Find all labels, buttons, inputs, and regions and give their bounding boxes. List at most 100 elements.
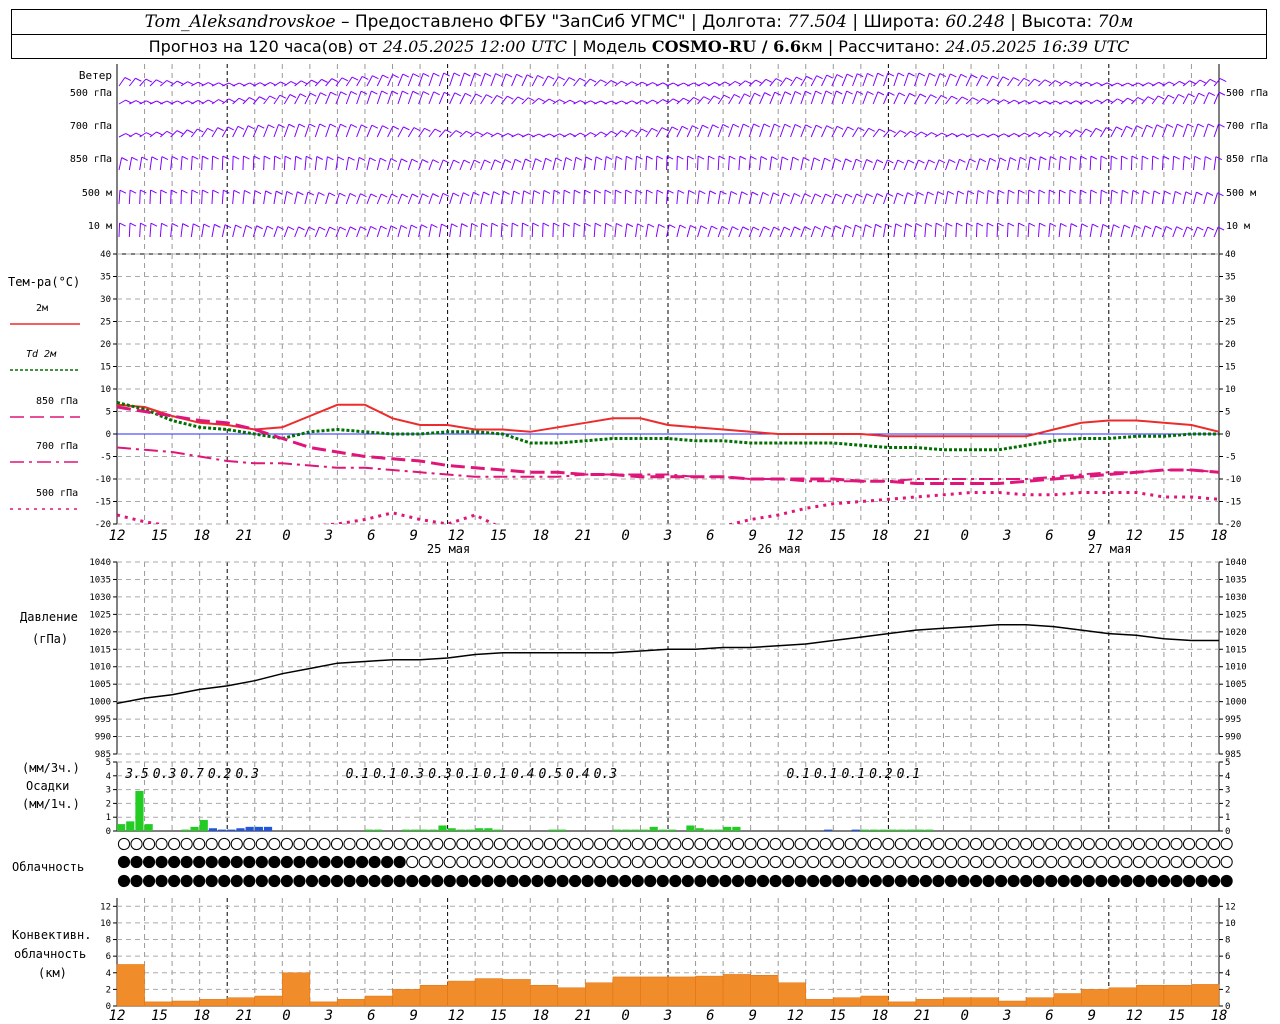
wind-barb — [986, 133, 994, 138]
wind-barb-flag — [402, 73, 410, 78]
wind-barb — [180, 100, 188, 105]
wind-barb-flag — [465, 92, 472, 97]
cloud-circle — [531, 837, 544, 851]
wind-barb-flag — [380, 225, 388, 230]
wind-barb — [356, 226, 361, 238]
temp-tick-label: 40 — [100, 250, 111, 260]
cloud-circle — [882, 855, 895, 869]
wind-barb-flag — [856, 90, 864, 95]
wind-barb — [934, 223, 937, 238]
wind-barb-flag — [951, 95, 958, 100]
wind-barb-flag — [824, 157, 831, 162]
wind-barb-flag — [927, 191, 934, 196]
wind-barb-flag — [846, 90, 853, 95]
cloud-circle — [230, 874, 243, 888]
wind-barb-flag — [763, 226, 770, 231]
cloud-circle — [293, 874, 306, 888]
wind-barb — [542, 158, 547, 171]
wind-barb-flag — [605, 222, 612, 227]
wind-barb — [438, 129, 446, 138]
wind-barb — [469, 72, 476, 87]
wind-barb-flag — [1207, 226, 1214, 231]
wind-barb-flag — [131, 156, 138, 161]
cloud-circle — [1057, 837, 1070, 851]
wind-barb-flag — [390, 158, 398, 162]
time-day-label: 27 мая — [1088, 542, 1131, 556]
cloud-circle — [1057, 855, 1070, 869]
wind-barb-flag — [621, 80, 628, 85]
wind-barb-flag — [604, 189, 612, 194]
wind-barb — [728, 191, 732, 205]
cloud-circle — [694, 874, 707, 888]
conv-bar — [1191, 984, 1220, 1007]
wind-barb — [614, 100, 622, 105]
conv-bar — [943, 997, 972, 1007]
wind-level-label-right: 700 гПа — [1226, 121, 1268, 132]
cloud-circle — [1095, 855, 1108, 869]
wind-barb-flag — [1013, 77, 1020, 82]
cloud-circle — [644, 837, 657, 851]
wind-barb — [769, 226, 775, 238]
wind-barb-flag — [424, 127, 431, 132]
wind-barb-flag — [1030, 156, 1037, 161]
wind-barb — [407, 224, 412, 238]
wind-barb — [469, 159, 475, 171]
cloud-circle — [493, 874, 506, 888]
wind-barb-flag — [543, 189, 551, 194]
precip-bar — [208, 828, 218, 831]
wind-barb — [883, 224, 887, 238]
wind-barb-flag — [1049, 222, 1057, 227]
wind-barb-flag — [847, 126, 854, 131]
cloud-circle — [406, 837, 419, 851]
cloud-circle — [343, 874, 356, 888]
cloud-circle — [1157, 855, 1171, 869]
wind-barb-flag — [579, 77, 586, 82]
wind-barb — [242, 190, 245, 205]
wind-barb — [1172, 191, 1176, 205]
wind-barb-flag — [977, 190, 985, 195]
wind-title: Ветер — [79, 69, 112, 82]
wind-barb-flag — [1111, 189, 1119, 194]
wind-barb-flag — [1100, 155, 1108, 160]
wind-barb-flag — [463, 192, 470, 197]
wind-barb-flag — [222, 155, 230, 160]
prec-tick-label: 0 — [106, 827, 111, 837]
wind-barb — [1192, 192, 1197, 205]
wind-barb-flag — [403, 126, 410, 131]
wind-barb-flag — [558, 76, 565, 81]
precip-total-label: 0.1 — [373, 767, 396, 782]
wind-barb — [201, 224, 205, 238]
wind-barb — [841, 73, 848, 87]
wind-barb-flag — [453, 72, 461, 77]
wind-barb — [459, 93, 466, 105]
wind-barb-flag — [982, 97, 990, 102]
wind-barb — [852, 193, 857, 205]
temp-tick-label: 35 — [100, 273, 111, 283]
wind-barb — [221, 156, 224, 171]
wind-barb-flag — [266, 225, 274, 230]
wind-barb — [955, 190, 959, 205]
wind-barb — [1182, 226, 1188, 238]
wind-barb — [914, 131, 922, 138]
cloud-circle — [431, 837, 444, 851]
cloud-circle — [1195, 874, 1208, 888]
wind-barb-flag — [1090, 155, 1098, 160]
cloud-circle — [832, 837, 845, 851]
wind-barb — [934, 191, 939, 205]
cloud-circle — [243, 855, 256, 869]
wind-barb-flag — [1131, 155, 1139, 160]
wind-barb — [366, 157, 371, 171]
wind-barb — [118, 223, 121, 238]
wind-barb — [1089, 190, 1092, 205]
cloud-circle — [1107, 837, 1120, 851]
cloud-circle — [781, 855, 795, 869]
wind-barb-flag — [732, 226, 739, 231]
conv-bar — [144, 1001, 173, 1007]
cloud-circle — [982, 855, 995, 869]
wind-barb — [283, 191, 288, 205]
wind-barb-flag — [824, 225, 832, 230]
wind-barb — [469, 192, 474, 205]
cloud-circle — [381, 855, 394, 869]
wind-barb — [1141, 156, 1143, 171]
wind-barb-flag — [616, 223, 623, 227]
